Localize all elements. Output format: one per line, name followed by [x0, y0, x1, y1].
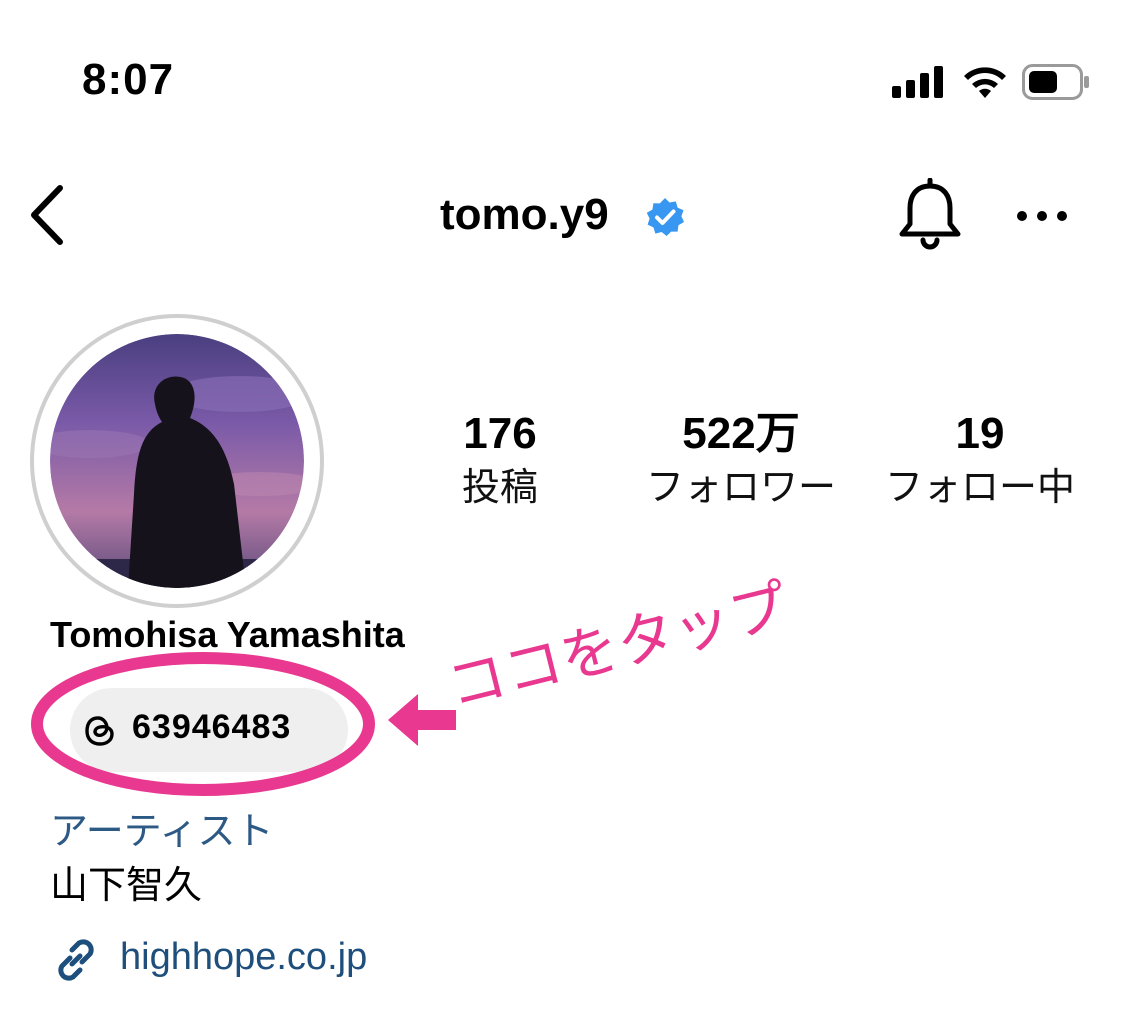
profile-category: アーティスト — [50, 811, 274, 853]
battery-icon — [1022, 64, 1089, 100]
stat-followers[interactable]: 522万 フォロワー — [611, 406, 871, 514]
more-icon[interactable] — [1014, 198, 1070, 234]
threads-icon — [85, 716, 114, 746]
wifi-icon — [964, 67, 1006, 98]
stat-posts-label: 投稿 — [461, 467, 538, 509]
profile-bio: 山下智久 — [50, 865, 203, 907]
stat-posts-value: 176 — [463, 409, 537, 458]
profile-link[interactable]: highhope.co.jp — [120, 936, 367, 979]
stat-following-label: フォロー中 — [884, 467, 1075, 509]
link-icon — [58, 939, 94, 981]
stat-posts[interactable]: 176 投稿 — [370, 406, 630, 514]
threads-badge-button[interactable]: 63946483 — [70, 688, 348, 772]
arrow-icon — [388, 694, 456, 746]
bell-icon[interactable] — [896, 178, 964, 250]
avatar[interactable] — [50, 334, 304, 588]
signal-icon — [892, 66, 943, 98]
stat-following[interactable]: 19 フォロー中 — [850, 406, 1110, 514]
stat-followers-label: フォロワー — [645, 467, 836, 509]
threads-number: 63946483 — [132, 708, 292, 746]
status-time: 8:07 — [82, 55, 175, 104]
header-username: tomo.y9 — [440, 190, 609, 239]
profile-full-name: Tomohisa Yamashita — [50, 614, 405, 655]
annotation-text: ココをタップ — [440, 570, 795, 722]
stat-followers-value: 522万 — [682, 409, 800, 458]
back-chevron-icon[interactable] — [24, 182, 70, 248]
verified-badge-icon — [646, 198, 684, 236]
stat-following-value: 19 — [955, 409, 1005, 458]
